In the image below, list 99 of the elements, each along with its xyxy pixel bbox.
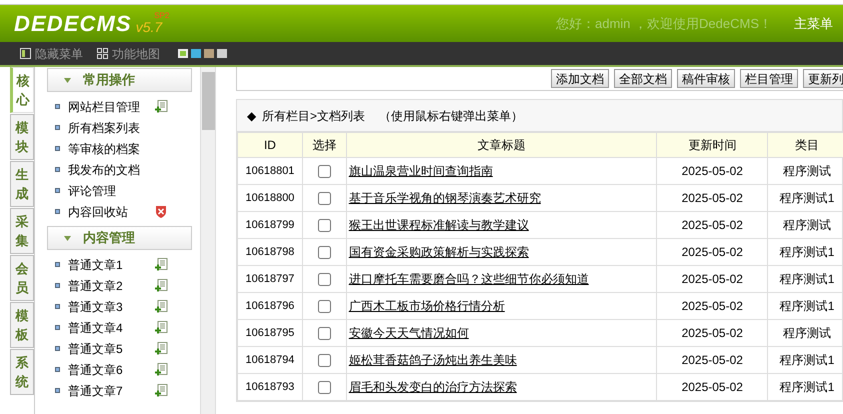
- menu-link[interactable]: 普通文章2: [68, 276, 155, 294]
- row-checkbox[interactable]: [318, 381, 331, 394]
- id-cell: 10618796: [238, 292, 302, 320]
- bullet-icon: [55, 367, 60, 372]
- bullet-icon: [55, 104, 60, 109]
- column-header: 更新时间: [656, 132, 768, 158]
- menu-link[interactable]: 所有档案列表: [68, 118, 155, 136]
- row-checkbox[interactable]: [318, 327, 331, 340]
- action-button[interactable]: 稿件审核: [677, 69, 735, 88]
- date-cell: 2025-05-02: [656, 292, 768, 320]
- menu-link[interactable]: 普通文章5: [68, 340, 155, 358]
- menu-link[interactable]: 等审核的档案: [68, 140, 155, 158]
- menu-group-header[interactable]: 常用操作: [47, 68, 192, 92]
- bullet-icon: [55, 167, 60, 172]
- menu-link[interactable]: 评论管理: [68, 182, 155, 200]
- column-header: ID: [238, 132, 302, 158]
- column-header: 文章标题: [346, 132, 657, 158]
- column-header: 选择: [302, 132, 346, 158]
- diamond-bullet: ◆: [247, 108, 256, 124]
- row-checkbox[interactable]: [318, 165, 331, 178]
- bullet-icon: [55, 388, 60, 393]
- action-button[interactable]: 全部文档: [614, 69, 672, 88]
- date-cell: 2025-05-02: [656, 374, 768, 400]
- skin-swatch[interactable]: [217, 49, 227, 58]
- action-button[interactable]: 栏目管理: [740, 69, 798, 88]
- row-checkbox[interactable]: [318, 300, 331, 314]
- bullet-icon: [55, 325, 60, 330]
- id-cell: 10618793: [238, 374, 302, 400]
- column-header: 类目: [768, 132, 843, 158]
- id-cell: 10618795: [238, 320, 302, 346]
- document-plus-icon[interactable]: [155, 321, 168, 334]
- row-checkbox[interactable]: [318, 273, 331, 286]
- side-tab[interactable]: 生成: [10, 161, 34, 207]
- toolbar-button[interactable]: 隐藏菜单: [20, 44, 83, 62]
- side-tab[interactable]: 会员: [10, 255, 34, 301]
- breadcrumb-hint: （使用鼠标右键弹出菜单）: [379, 108, 524, 124]
- bullet-icon: [55, 188, 60, 193]
- id-cell: 10618797: [238, 266, 302, 292]
- bullet-icon: [55, 283, 60, 288]
- id-cell: 10618800: [238, 184, 302, 212]
- date-cell: 2025-05-02: [656, 158, 768, 184]
- bullet-icon: [55, 146, 60, 151]
- id-cell: 10618794: [238, 346, 302, 374]
- version-label: v5.7: [136, 18, 162, 37]
- layout-icon: [20, 48, 31, 59]
- date-cell: 2025-05-02: [656, 320, 768, 346]
- menu-link[interactable]: 普通文章7: [68, 382, 155, 400]
- side-tab[interactable]: 采集: [10, 208, 34, 254]
- date-cell: 2025-05-02: [656, 212, 768, 238]
- id-cell: 10618798: [238, 238, 302, 266]
- bullet-icon: [55, 262, 60, 267]
- skin-swatch[interactable]: [178, 49, 188, 58]
- menu-link[interactable]: 我发布的文档: [68, 160, 155, 178]
- breadcrumb-path[interactable]: 所有栏目>文档列表: [262, 106, 366, 124]
- date-cell: 2025-05-02: [656, 184, 768, 212]
- document-plus-icon[interactable]: [155, 342, 168, 355]
- id-cell: 10618801: [238, 158, 302, 184]
- logo: DEDECMS: [14, 10, 132, 38]
- bullet-icon: [55, 346, 60, 351]
- action-button[interactable]: 更新列: [803, 69, 843, 88]
- id-cell: 10618799: [238, 212, 302, 238]
- skin-swatch[interactable]: [204, 49, 214, 58]
- row-checkbox[interactable]: [318, 219, 331, 232]
- toolbar-button[interactable]: 功能地图: [97, 44, 160, 62]
- document-plus-icon[interactable]: [155, 384, 168, 397]
- bullet-icon: [55, 209, 60, 214]
- menu-link[interactable]: 网站栏目管理: [68, 98, 155, 116]
- action-button[interactable]: 添加文档: [551, 69, 609, 88]
- row-checkbox[interactable]: [318, 354, 331, 368]
- bullet-icon: [55, 125, 60, 130]
- menu-link[interactable]: 普通文章4: [68, 318, 155, 336]
- menu-link[interactable]: 普通文章6: [68, 360, 155, 378]
- side-tab[interactable]: 模块: [10, 114, 34, 160]
- row-checkbox[interactable]: [318, 192, 331, 206]
- document-plus-icon[interactable]: [155, 258, 168, 271]
- caret-icon: [64, 236, 71, 240]
- date-cell: 2025-05-02: [656, 238, 768, 266]
- delete-shield-icon[interactable]: [155, 205, 167, 218]
- edition-label: SP2: [154, 10, 170, 22]
- scrollbar[interactable]: [200, 67, 216, 414]
- document-plus-icon[interactable]: [155, 363, 168, 376]
- side-tab[interactable]: 系统: [10, 349, 34, 395]
- menu-link[interactable]: 普通文章3: [68, 298, 155, 316]
- skin-swatch[interactable]: [191, 49, 201, 58]
- row-checkbox[interactable]: [318, 246, 331, 260]
- caret-icon: [64, 78, 71, 82]
- menu-link[interactable]: 普通文章1: [68, 256, 155, 274]
- document-plus-icon[interactable]: [155, 279, 168, 292]
- bullet-icon: [55, 304, 60, 309]
- menu-group-header[interactable]: 内容管理: [47, 226, 192, 250]
- side-tab[interactable]: 模板: [10, 302, 34, 348]
- date-cell: 2025-05-02: [656, 346, 768, 374]
- welcome-text: 您好：admin ，欢迎使用DedeCMS！: [556, 14, 772, 33]
- document-plus-icon[interactable]: [155, 300, 168, 313]
- side-tab[interactable]: 核心: [10, 67, 34, 113]
- date-cell: 2025-05-02: [656, 266, 768, 292]
- grid-icon: [97, 48, 108, 59]
- menu-link[interactable]: 内容回收站: [68, 202, 155, 220]
- document-plus-icon[interactable]: [155, 100, 168, 113]
